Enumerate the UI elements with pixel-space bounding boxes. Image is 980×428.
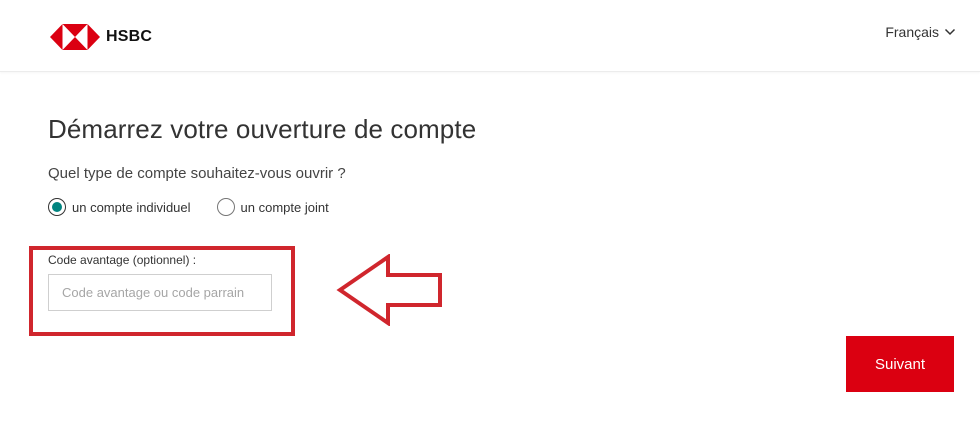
radio-individual-label: un compte individuel	[72, 199, 191, 215]
hsbc-logo[interactable]: HSBC	[50, 24, 152, 50]
next-button[interactable]: Suivant	[846, 336, 954, 392]
annotation-arrow-left-icon	[336, 254, 442, 326]
account-type-radio-group: un compte individuel un compte joint	[48, 198, 355, 216]
radio-individual-account[interactable]: un compte individuel	[48, 198, 191, 216]
radio-checked-icon[interactable]	[48, 198, 66, 216]
annotation-highlight-box	[29, 246, 295, 336]
header: HSBC Français	[0, 0, 980, 72]
radio-unchecked-icon[interactable]	[216, 198, 235, 216]
brand-name: HSBC	[106, 28, 153, 45]
radio-joint-account[interactable]: un compte joint	[216, 198, 329, 216]
chevron-down-icon	[944, 28, 956, 36]
account-type-question: Quel type de compte souhaitez-vous ouvri…	[48, 165, 346, 182]
page-title: Démarrez votre ouverture de compte	[48, 114, 477, 144]
radio-joint-label: un compte joint	[240, 199, 329, 215]
hsbc-hexagon-icon	[50, 24, 100, 50]
language-label: Français	[885, 24, 939, 40]
language-selector[interactable]: Français	[885, 24, 956, 40]
